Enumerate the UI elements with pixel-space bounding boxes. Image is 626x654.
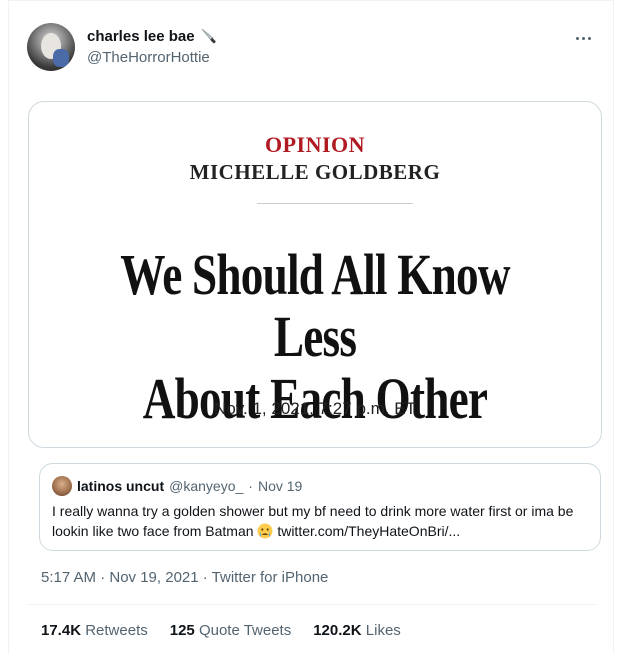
- retweets-label: Retweets: [85, 622, 148, 639]
- article-byline: MICHELLE GOLDBERG: [189, 160, 441, 184]
- likes-label: Likes: [365, 622, 401, 639]
- avatar[interactable]: [27, 23, 75, 71]
- quoted-tweet-link[interactable]: twitter.com/TheyHateOnBri/...: [277, 523, 460, 539]
- tweet-stats: 17.4K Retweets 125 Quote Tweets 120.2K L…: [41, 622, 401, 639]
- quoted-tweet[interactable]: latinos uncut @kanyeyo_ · Nov 19 I reall…: [39, 463, 601, 551]
- quoted-avatar: [52, 476, 72, 496]
- more-dot-icon: [587, 36, 591, 40]
- quoted-date: Nov 19: [257, 478, 303, 494]
- quoted-separator: ·: [248, 478, 253, 494]
- more-dot-icon: [575, 36, 579, 40]
- likes-stat[interactable]: 120.2K Likes: [313, 622, 401, 639]
- crying-face-icon: [257, 523, 273, 539]
- tweet: charles lee bae @TheHorrorHottie OPINION…: [8, 0, 614, 654]
- avatar-doll: [53, 49, 69, 67]
- likes-count: 120.2K: [313, 622, 362, 639]
- quote-tweets-label: Quote Tweets: [198, 622, 292, 639]
- quote-tweets-stat[interactable]: 125 Quote Tweets: [170, 622, 291, 639]
- opinion-kicker: OPINION: [264, 132, 366, 157]
- quoted-display-name: latinos uncut: [77, 478, 165, 494]
- tweet-timestamp[interactable]: 5:17 AM · Nov 19, 2021 · Twitter for iPh…: [41, 569, 328, 586]
- more-dot-icon: [581, 36, 585, 40]
- name-row[interactable]: charles lee bae: [87, 27, 218, 45]
- quoted-tweet-text: I really wanna try a golden shower but m…: [52, 501, 592, 541]
- article-date: Nov. 1, 2021, 7:27 p.m. ET: [214, 399, 416, 418]
- article-divider: [257, 203, 413, 204]
- tweet-header: charles lee bae @TheHorrorHottie: [27, 19, 597, 71]
- quoted-handle: @kanyeyo_: [169, 478, 244, 494]
- knife-icon: [200, 27, 218, 45]
- quote-tweets-count: 125: [169, 622, 195, 639]
- more-options-button[interactable]: [571, 29, 595, 47]
- handle[interactable]: @TheHorrorHottie: [87, 49, 210, 66]
- headline-line-1: We Should All Know Less: [120, 242, 510, 369]
- quoted-tweet-header: latinos uncut @kanyeyo_ · Nov 19: [52, 476, 302, 496]
- article-image-card[interactable]: OPINION MICHELLE GOLDBERG We Should All …: [28, 101, 602, 448]
- divider: [27, 604, 597, 605]
- retweets-stat[interactable]: 17.4K Retweets: [41, 622, 148, 639]
- retweets-count: 17.4K: [41, 622, 82, 639]
- display-name[interactable]: charles lee bae: [87, 28, 195, 45]
